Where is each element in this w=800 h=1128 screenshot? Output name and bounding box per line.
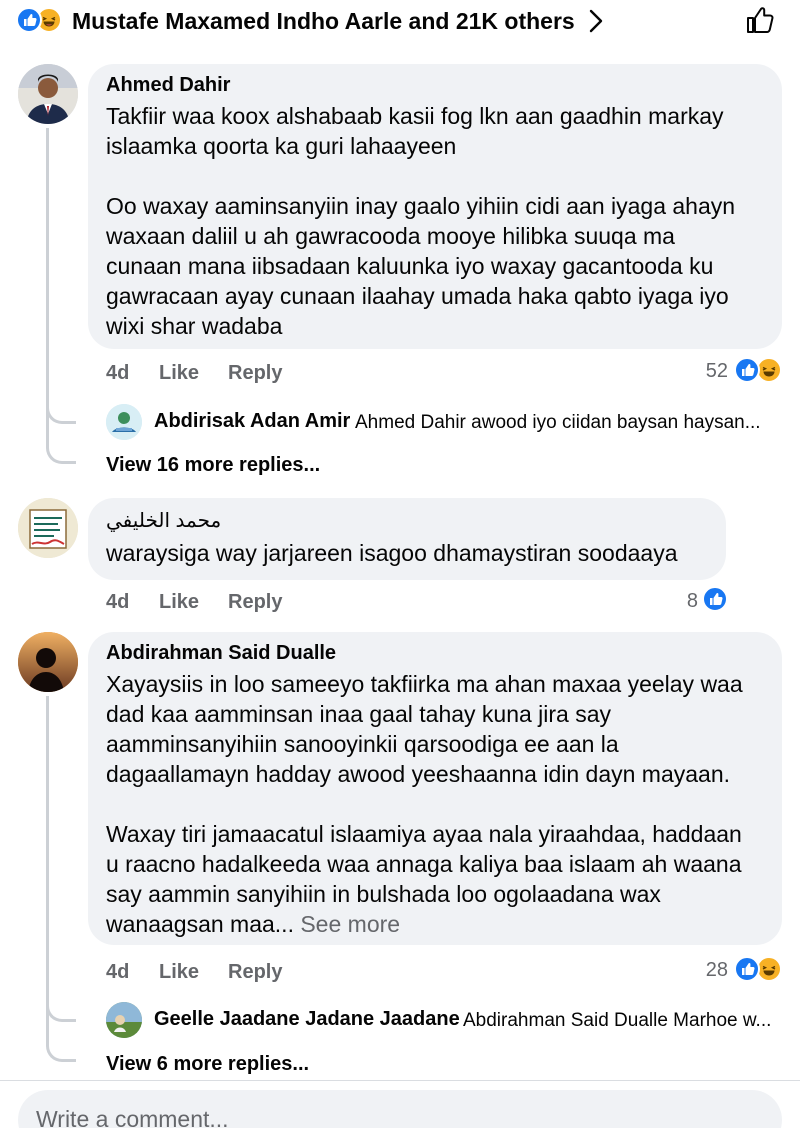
reply-preview[interactable]: Geelle Jaadane Jadane Jaadane Abdirahman… — [106, 1002, 796, 1038]
comment-bubble: محمد الخليفي waraysiga way jarjareen isa… — [88, 498, 726, 580]
like-button[interactable]: Like — [159, 961, 199, 984]
reply-button[interactable]: Reply — [228, 591, 282, 614]
like-icon — [734, 956, 760, 982]
avatar[interactable] — [106, 404, 142, 440]
comment-author[interactable]: محمد الخليفي — [106, 508, 221, 533]
like-outline-icon[interactable] — [744, 4, 776, 36]
view-more-replies[interactable]: View 16 more replies... — [106, 454, 320, 477]
comment-text-content: Xayaysiis in loo sameeyo takfiirka ma ah… — [106, 671, 743, 937]
comment-time[interactable]: 4d — [106, 591, 129, 614]
thread-line — [46, 128, 49, 446]
like-icon — [16, 7, 42, 33]
see-more-link[interactable]: See more — [294, 911, 400, 937]
comment-text: Takfiir waa koox alshabaab kasii fog lkn… — [106, 103, 736, 339]
reply-text: Ahmed Dahir awood iyo ciidan baysan hays… — [355, 412, 761, 433]
reply-button[interactable]: Reply — [228, 961, 282, 984]
comment-bubble: Ahmed Dahir Takfiir waa koox alshabaab k… — [88, 64, 782, 349]
avatar[interactable] — [18, 632, 78, 692]
reply-text: Abdirahman Said Dualle Marhoe w... — [463, 1010, 772, 1031]
thread-branch — [46, 1042, 76, 1062]
thread-branch — [46, 404, 76, 424]
reaction-count[interactable]: 28 — [690, 959, 728, 982]
like-icon — [702, 586, 728, 612]
divider — [0, 1080, 800, 1081]
avatar[interactable] — [18, 498, 78, 558]
reactions-summary-text[interactable]: Mustafe Maxamed Indho Aarle and 21K othe… — [72, 8, 575, 35]
like-button[interactable]: Like — [159, 591, 199, 614]
comment-input[interactable] — [36, 1102, 736, 1128]
avatar[interactable] — [18, 64, 78, 124]
view-more-replies[interactable]: View 6 more replies... — [106, 1053, 309, 1076]
reply-preview[interactable]: Abdirisak Adan Amir Ahmed Dahir awood iy… — [106, 404, 796, 440]
like-button[interactable]: Like — [159, 362, 199, 385]
comment-time[interactable]: 4d — [106, 362, 129, 385]
thread-branch — [46, 444, 76, 464]
thread-line — [46, 696, 49, 1044]
reply-button[interactable]: Reply — [228, 362, 282, 385]
comment-composer[interactable] — [18, 1090, 782, 1128]
like-icon — [734, 357, 760, 383]
chevron-right-icon[interactable] — [586, 8, 606, 34]
avatar[interactable] — [106, 1002, 142, 1038]
reaction-icons — [16, 7, 66, 33]
reactions-summary[interactable]: Mustafe Maxamed Indho Aarle and 21K othe… — [0, 0, 800, 44]
comment-author[interactable]: Ahmed Dahir — [106, 74, 230, 97]
comment-author[interactable]: Abdirahman Said Dualle — [106, 642, 336, 665]
reply-author[interactable]: Abdirisak Adan Amir — [154, 410, 350, 433]
reply-author[interactable]: Geelle Jaadane Jadane Jaadane — [154, 1008, 460, 1031]
comment-text: waraysiga way jarjareen isagoo dhamaysti… — [106, 540, 678, 566]
reaction-count[interactable]: 8 — [660, 590, 698, 613]
comment-text: Xayaysiis in loo sameeyo takfiirka ma ah… — [106, 669, 743, 939]
thread-branch — [46, 1002, 76, 1022]
comment-time[interactable]: 4d — [106, 961, 129, 984]
reaction-count[interactable]: 52 — [690, 360, 728, 383]
comment-bubble: Abdirahman Said Dualle Xayaysiis in loo … — [88, 632, 782, 945]
